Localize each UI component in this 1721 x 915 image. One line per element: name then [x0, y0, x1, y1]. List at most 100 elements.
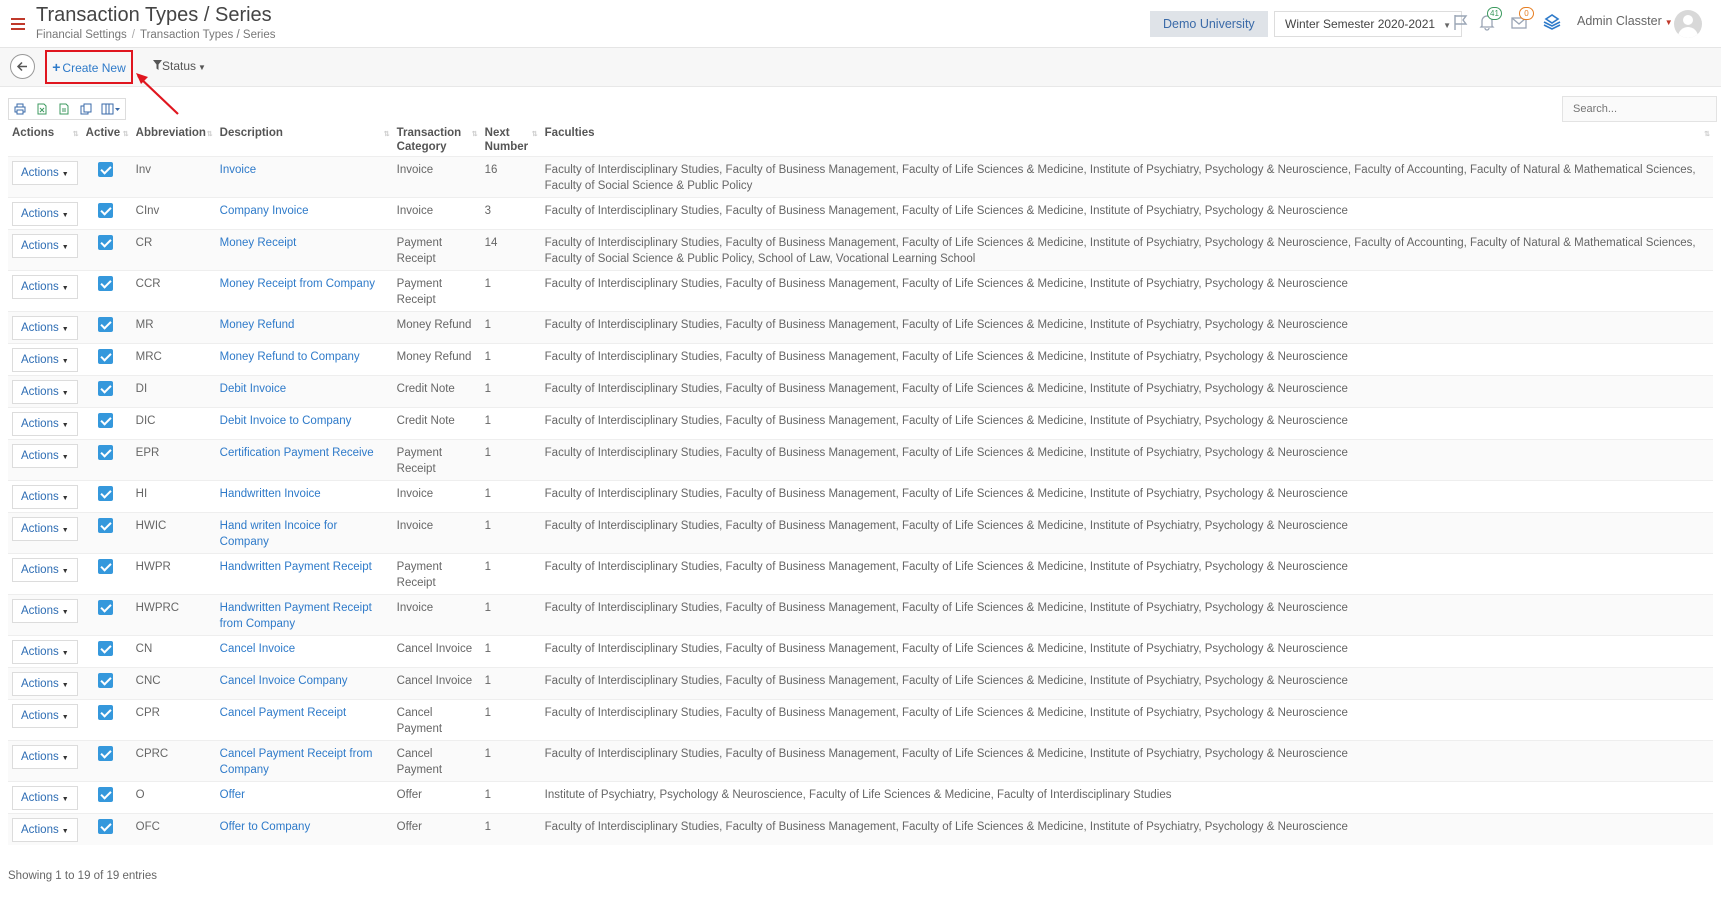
active-checkbox[interactable]	[97, 380, 113, 396]
table-row: Actions ▼ CInv Company Invoice Invoice 3 Facul…	[8, 196, 1713, 229]
column-header-next-number[interactable]: Next Number ⇅	[481, 124, 541, 156]
description-link[interactable]: Handwritten Payment Receipt from Company	[220, 602, 372, 630]
actions-dropdown-button[interactable]: Actions ▼	[12, 379, 78, 404]
table-row: Actions ▼ MRC Money Refund to Company Money …	[8, 342, 1713, 375]
active-checkbox[interactable]	[97, 202, 113, 218]
next-number-cell: 1	[480, 593, 541, 635]
chevron-down-icon: ▼	[1443, 21, 1451, 30]
chevron-down-icon: ▼	[61, 713, 69, 721]
description-link[interactable]: Money Refund to Company	[220, 351, 360, 363]
active-checkbox[interactable]	[97, 704, 113, 720]
actions-dropdown-button[interactable]: Actions ▼	[12, 557, 78, 582]
active-checkbox[interactable]	[97, 558, 113, 574]
actions-dropdown-button[interactable]: Actions ▼	[12, 785, 78, 810]
layers-icon[interactable]	[1542, 13, 1562, 33]
active-cell	[81, 228, 132, 270]
abbreviation-cell: OFC	[131, 812, 216, 845]
create-new-button[interactable]: + Create New	[45, 50, 133, 84]
description-link[interactable]: Cancel Payment Receipt from Company	[220, 748, 373, 776]
actions-cell: Actions ▼	[8, 666, 82, 699]
description-link[interactable]: Offer	[220, 789, 245, 801]
copy-icon[interactable]	[75, 99, 97, 119]
actions-cell: Actions ▼	[8, 634, 82, 667]
chevron-down-icon: ▼	[61, 325, 69, 333]
breadcrumb-item-financial-settings[interactable]: Financial Settings	[36, 29, 127, 41]
print-icon[interactable]	[9, 99, 31, 119]
flag-icon[interactable]	[1452, 13, 1472, 33]
envelope-icon[interactable]: 0	[1510, 7, 1534, 33]
actions-dropdown-button[interactable]: Actions ▼	[12, 411, 78, 436]
active-checkbox[interactable]	[97, 412, 113, 428]
description-link[interactable]: Cancel Invoice	[220, 643, 295, 655]
description-link[interactable]: Company Invoice	[220, 205, 309, 217]
actions-dropdown-button[interactable]: Actions ▼	[12, 744, 78, 769]
actions-dropdown-button[interactable]: Actions ▼	[12, 443, 78, 468]
active-checkbox[interactable]	[97, 672, 113, 688]
description-link[interactable]: Hand writen Incoice for Company	[220, 520, 338, 548]
active-checkbox[interactable]	[97, 444, 113, 460]
actions-dropdown-button[interactable]: Actions ▼	[12, 201, 78, 226]
active-checkbox[interactable]	[97, 161, 113, 177]
columns-icon[interactable]	[97, 99, 125, 119]
active-checkbox[interactable]	[97, 234, 113, 250]
user-menu[interactable]: Admin Classter ▼	[1577, 14, 1673, 28]
abbreviation-cell: HWIC	[131, 511, 216, 553]
actions-dropdown-button[interactable]: Actions ▼	[12, 274, 78, 299]
description-link[interactable]: Money Receipt from Company	[220, 278, 375, 290]
description-link[interactable]: Handwritten Invoice	[220, 488, 321, 500]
actions-dropdown-button[interactable]: Actions ▼	[12, 703, 78, 728]
active-checkbox[interactable]	[97, 599, 113, 615]
avatar[interactable]	[1674, 10, 1702, 38]
actions-dropdown-button[interactable]: Actions ▼	[12, 484, 78, 509]
column-header-transaction-category[interactable]: Transaction Category ⇅	[393, 124, 481, 156]
active-checkbox[interactable]	[97, 316, 113, 332]
active-checkbox[interactable]	[97, 517, 113, 533]
menu-icon[interactable]	[11, 18, 25, 30]
back-button[interactable]	[10, 54, 35, 79]
active-checkbox[interactable]	[97, 275, 113, 291]
csv-icon[interactable]	[53, 99, 75, 119]
description-link[interactable]: Debit Invoice	[220, 383, 286, 395]
search-input[interactable]	[1562, 96, 1717, 122]
active-checkbox[interactable]	[97, 485, 113, 501]
description-link[interactable]: Money Refund	[220, 319, 295, 331]
description-link[interactable]: Certification Payment Receive	[220, 447, 374, 459]
column-header-description[interactable]: Description ⇅	[216, 124, 393, 156]
abbreviation-cell: CInv	[131, 196, 216, 229]
column-header-abbreviation[interactable]: Abbreviation ⇅	[132, 124, 216, 156]
category-cell: Payment Receipt	[392, 228, 481, 270]
active-checkbox[interactable]	[97, 640, 113, 656]
description-link[interactable]: Money Receipt	[220, 237, 297, 249]
column-header-faculties[interactable]: Faculties ⇅	[541, 124, 1713, 156]
active-checkbox[interactable]	[97, 786, 113, 802]
chevron-down-icon: ▼	[61, 389, 69, 397]
actions-dropdown-button[interactable]: Actions ▼	[12, 315, 78, 340]
description-link[interactable]: Handwritten Payment Receipt	[220, 561, 372, 573]
university-selector[interactable]: Demo University	[1150, 11, 1268, 37]
next-number-cell: 1	[480, 479, 541, 512]
actions-dropdown-button[interactable]: Actions ▼	[12, 639, 78, 664]
excel-icon[interactable]	[31, 99, 53, 119]
column-header-active[interactable]: Active ⇅	[82, 124, 132, 156]
description-link[interactable]: Invoice	[220, 164, 256, 176]
description-link[interactable]: Debit Invoice to Company	[220, 415, 352, 427]
description-link[interactable]: Offer to Company	[220, 821, 311, 833]
actions-dropdown-button[interactable]: Actions ▼	[12, 160, 78, 185]
next-number-cell: 1	[480, 812, 541, 845]
actions-dropdown-button[interactable]: Actions ▼	[12, 516, 78, 541]
active-checkbox[interactable]	[97, 818, 113, 834]
actions-dropdown-button[interactable]: Actions ▼	[12, 347, 78, 372]
active-checkbox[interactable]	[97, 348, 113, 364]
actions-cell: Actions ▼	[8, 342, 82, 375]
description-link[interactable]: Cancel Payment Receipt	[220, 707, 347, 719]
column-header-actions[interactable]: Actions ⇅	[8, 124, 82, 156]
bell-icon[interactable]: 41	[1478, 7, 1502, 33]
semester-dropdown[interactable]: Winter Semester 2020-2021 ▼	[1274, 11, 1462, 37]
actions-dropdown-button[interactable]: Actions ▼	[12, 598, 78, 623]
actions-dropdown-button[interactable]: Actions ▼	[12, 671, 78, 696]
actions-dropdown-button[interactable]: Actions ▼	[12, 233, 78, 258]
active-checkbox[interactable]	[97, 745, 113, 761]
chevron-down-icon: ▼	[61, 421, 69, 429]
description-link[interactable]: Cancel Invoice Company	[220, 675, 348, 687]
actions-dropdown-button[interactable]: Actions ▼	[12, 817, 78, 842]
